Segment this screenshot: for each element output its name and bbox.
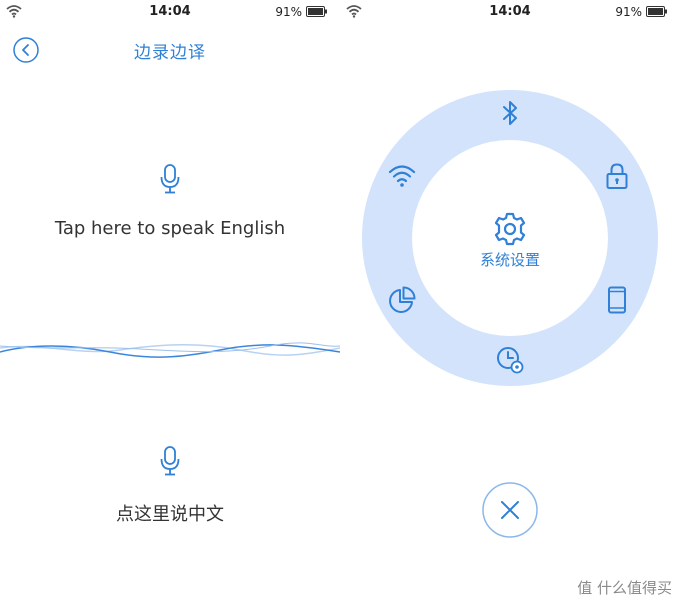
watermark-text: 值 什么值得买 xyxy=(577,579,672,597)
settings-menu-screen: 14:04 91% 系统设置 值 什么值得买 xyxy=(340,0,680,604)
gear-icon[interactable] xyxy=(492,211,528,247)
system-settings-label[interactable]: 系统设置 xyxy=(470,249,550,270)
battery-icon xyxy=(646,6,667,17)
page-title: 边录边译 xyxy=(134,43,206,63)
voice-waveform xyxy=(0,342,340,358)
status-bar: 14:04 91% xyxy=(0,0,340,24)
watermark: 值 什么值得买 xyxy=(577,577,672,598)
battery-percentage: 91% xyxy=(275,5,302,19)
clock-settings-icon[interactable] xyxy=(495,345,525,375)
translator-screen: 14:04 91% 边录边译 Tap here to speak English… xyxy=(0,0,340,604)
pie-chart-icon[interactable] xyxy=(387,285,417,315)
close-button[interactable] xyxy=(481,481,539,539)
lock-icon[interactable] xyxy=(602,161,632,191)
speak-chinese-prompt[interactable]: 点这里说中文 xyxy=(0,500,340,526)
speak-english-prompt[interactable]: Tap here to speak English xyxy=(0,218,340,239)
battery-icon xyxy=(306,6,327,17)
bluetooth-icon[interactable] xyxy=(495,98,525,128)
microphone-icon[interactable] xyxy=(159,445,181,477)
wifi-icon[interactable] xyxy=(387,161,417,191)
phone-icon[interactable] xyxy=(602,285,632,315)
battery-percentage: 91% xyxy=(615,5,642,19)
microphone-icon[interactable] xyxy=(159,163,181,195)
status-bar: 14:04 91% xyxy=(340,0,680,24)
